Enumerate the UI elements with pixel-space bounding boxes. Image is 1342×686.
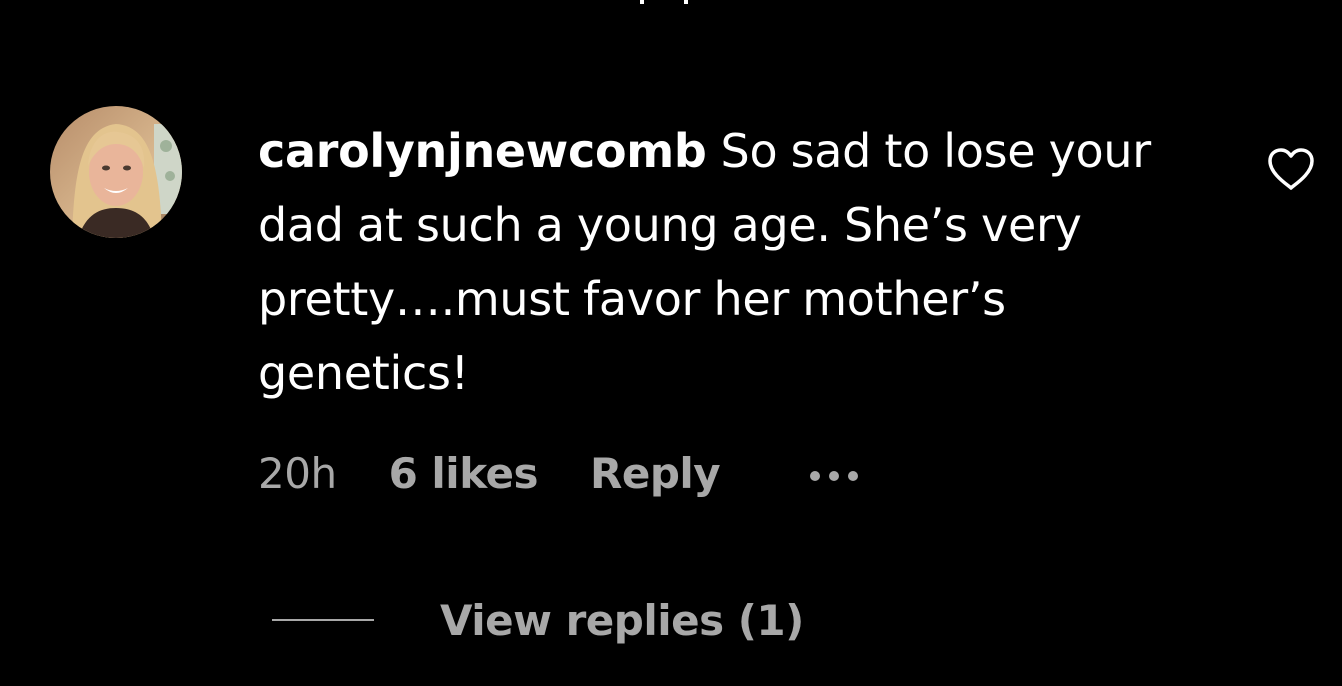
comment-meta-row: 20h 6 likes Reply xyxy=(258,446,859,500)
previous-content-fragment xyxy=(640,0,690,4)
like-button[interactable] xyxy=(1266,146,1316,192)
comment-body: carolynjnewcomb So sad to lose your dad a… xyxy=(258,114,1218,410)
likes-count[interactable]: 6 likes xyxy=(389,449,539,498)
heart-outline-icon xyxy=(1268,148,1314,190)
view-replies-label: View replies (1) xyxy=(440,595,804,645)
comment-username[interactable]: carolynjnewcomb xyxy=(258,124,707,178)
view-replies-button[interactable]: View replies (1) xyxy=(272,592,804,648)
more-options-icon[interactable] xyxy=(810,471,859,481)
comment-timestamp: 20h xyxy=(258,448,337,498)
avatar[interactable] xyxy=(50,106,182,238)
reply-button[interactable]: Reply xyxy=(590,449,721,498)
profile-photo-icon xyxy=(50,106,182,238)
replies-divider xyxy=(272,619,374,621)
